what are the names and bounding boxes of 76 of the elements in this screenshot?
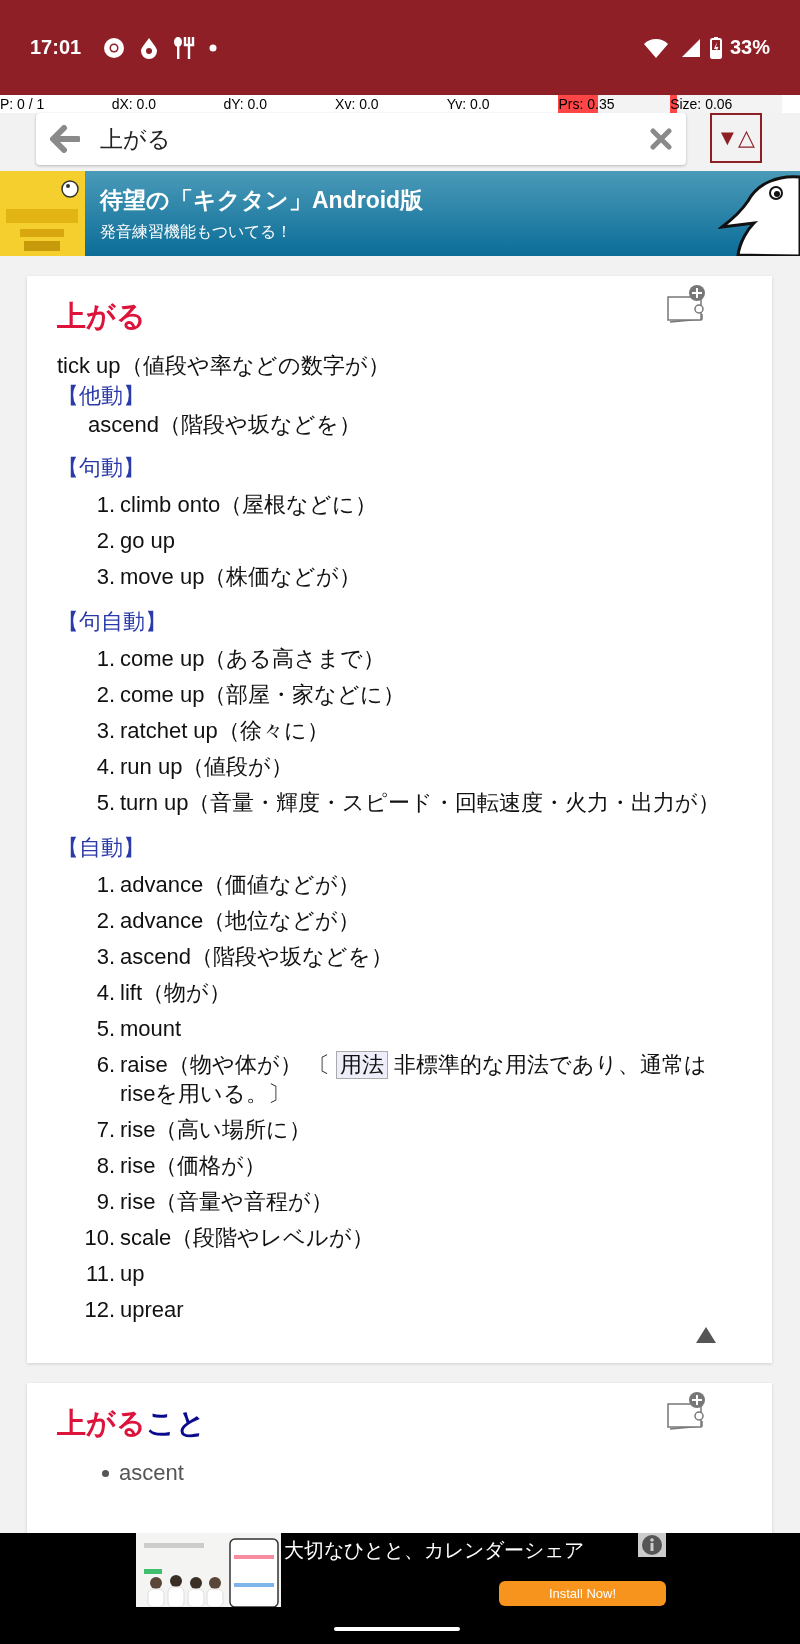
item-number: 2.: [95, 680, 115, 709]
up-triangle-icon[interactable]: [696, 1327, 716, 1343]
definition-text: scale（段階やレベルが）: [120, 1223, 376, 1252]
definition-text: come up（ある高さまで）: [120, 644, 387, 673]
clock-time: 17:01: [30, 36, 82, 59]
definition-text: ratchet up（徐々に）: [120, 716, 330, 745]
definition-text: uprear: [120, 1295, 185, 1324]
item-number: 10.: [83, 1223, 115, 1252]
entry-title: 上がる こと: [57, 1406, 206, 1441]
definition-text: up: [120, 1259, 146, 1288]
promo-banner[interactable]: 待望の「キクタン」Android版 発音練習機能もついてる！: [0, 171, 800, 256]
definition-text: mount: [120, 1014, 183, 1043]
item-number: 9.: [95, 1187, 115, 1216]
definition-text: lift（物が）: [120, 978, 232, 1007]
definition-text: ascend（階段や坂などを）: [120, 942, 394, 971]
ad-headline: 大切なひとと、カレンダーシェア: [284, 1538, 584, 1563]
definition-text: run up（値段が）: [120, 752, 295, 781]
definition-text: climb onto（屋根などに）: [120, 490, 379, 519]
item-number: 4.: [95, 752, 115, 781]
item-number: 11.: [85, 1259, 115, 1288]
item-number: 7.: [95, 1115, 115, 1144]
part-of-speech-label: 【他動】: [57, 382, 146, 410]
definition-text: rise（高い場所に）: [120, 1115, 313, 1144]
part-of-speech-label: 【句自動】: [57, 608, 168, 636]
browser-icon: [103, 36, 126, 59]
part-of-speech-label: 【自動】: [57, 834, 146, 862]
back-arrow-icon[interactable]: [50, 125, 80, 153]
definition-text: ascend（階段や坂などを）: [88, 411, 362, 439]
item-number: 2.: [95, 906, 115, 935]
item-number: 3.: [95, 562, 115, 591]
definition-text: move up（株価などが）: [120, 562, 363, 591]
definition-text: ascent: [119, 1459, 184, 1487]
item-number: 5.: [95, 1014, 115, 1043]
info-icon[interactable]: [638, 1533, 666, 1557]
battery-percent: 33%: [729, 36, 770, 59]
pointer-reading: dY: 0.0: [223, 96, 267, 112]
wifi-icon: [643, 37, 668, 58]
part-of-speech-label: 【句動】: [57, 454, 146, 482]
item-number: 1.: [95, 490, 115, 519]
item-number: 1.: [95, 644, 115, 673]
entry-title: 上がる: [57, 299, 146, 334]
item-number: 3.: [95, 942, 115, 971]
expand-collapse-toggle[interactable]: ▼△: [710, 113, 762, 163]
definition-text: tick up（値段や率などの数字が）: [57, 352, 391, 380]
definition-text: advance（地位などが）: [120, 906, 362, 935]
item-number: 4.: [95, 978, 115, 1007]
usage-label: 用法: [335, 1050, 388, 1079]
fork-knife-icon: [173, 35, 196, 60]
banner-subtitle: 発音練習機能もついてる！: [100, 221, 293, 242]
pointer-reading: Yv: 0.0: [446, 96, 490, 112]
item-number: 6.: [95, 1050, 115, 1079]
banner-title: 待望の「キクタン」Android版: [100, 185, 425, 215]
search-bar[interactable]: 上がる: [36, 113, 686, 165]
item-number: 8.: [95, 1151, 115, 1180]
drop-icon: [139, 36, 160, 59]
definition-text: go up: [120, 526, 177, 555]
item-number: 2.: [95, 526, 115, 555]
item-number: 12.: [83, 1295, 115, 1324]
definition-text: come up（部屋・家などに）: [120, 680, 407, 709]
item-number: 5.: [95, 788, 115, 817]
search-field[interactable]: 上がる: [98, 124, 650, 154]
pointer-reading: dX: 0.0: [111, 96, 157, 112]
definition-text: rise（音量や音程が）: [120, 1187, 335, 1216]
battery-icon: [709, 36, 722, 59]
pointer-reading: P: 0 / 1: [0, 96, 45, 112]
definition-text: turn up（音量・輝度・スピード・回転速度・火力・出力が）: [120, 788, 722, 817]
item-number: 1.: [95, 870, 115, 899]
definition-text: advance（価値などが）: [120, 870, 362, 899]
bullet-icon: [102, 1469, 109, 1477]
clear-icon[interactable]: [650, 128, 672, 150]
ad-banner[interactable]: 大切なひとと、カレンダーシェア Install Now!: [0, 1533, 800, 1644]
pointer-reading: Xv: 0.0: [335, 96, 379, 112]
definition-text: rise（価格が）: [120, 1151, 268, 1180]
item-number: 3.: [95, 716, 115, 745]
dot-icon: [209, 43, 218, 52]
signal-icon: [681, 38, 700, 57]
